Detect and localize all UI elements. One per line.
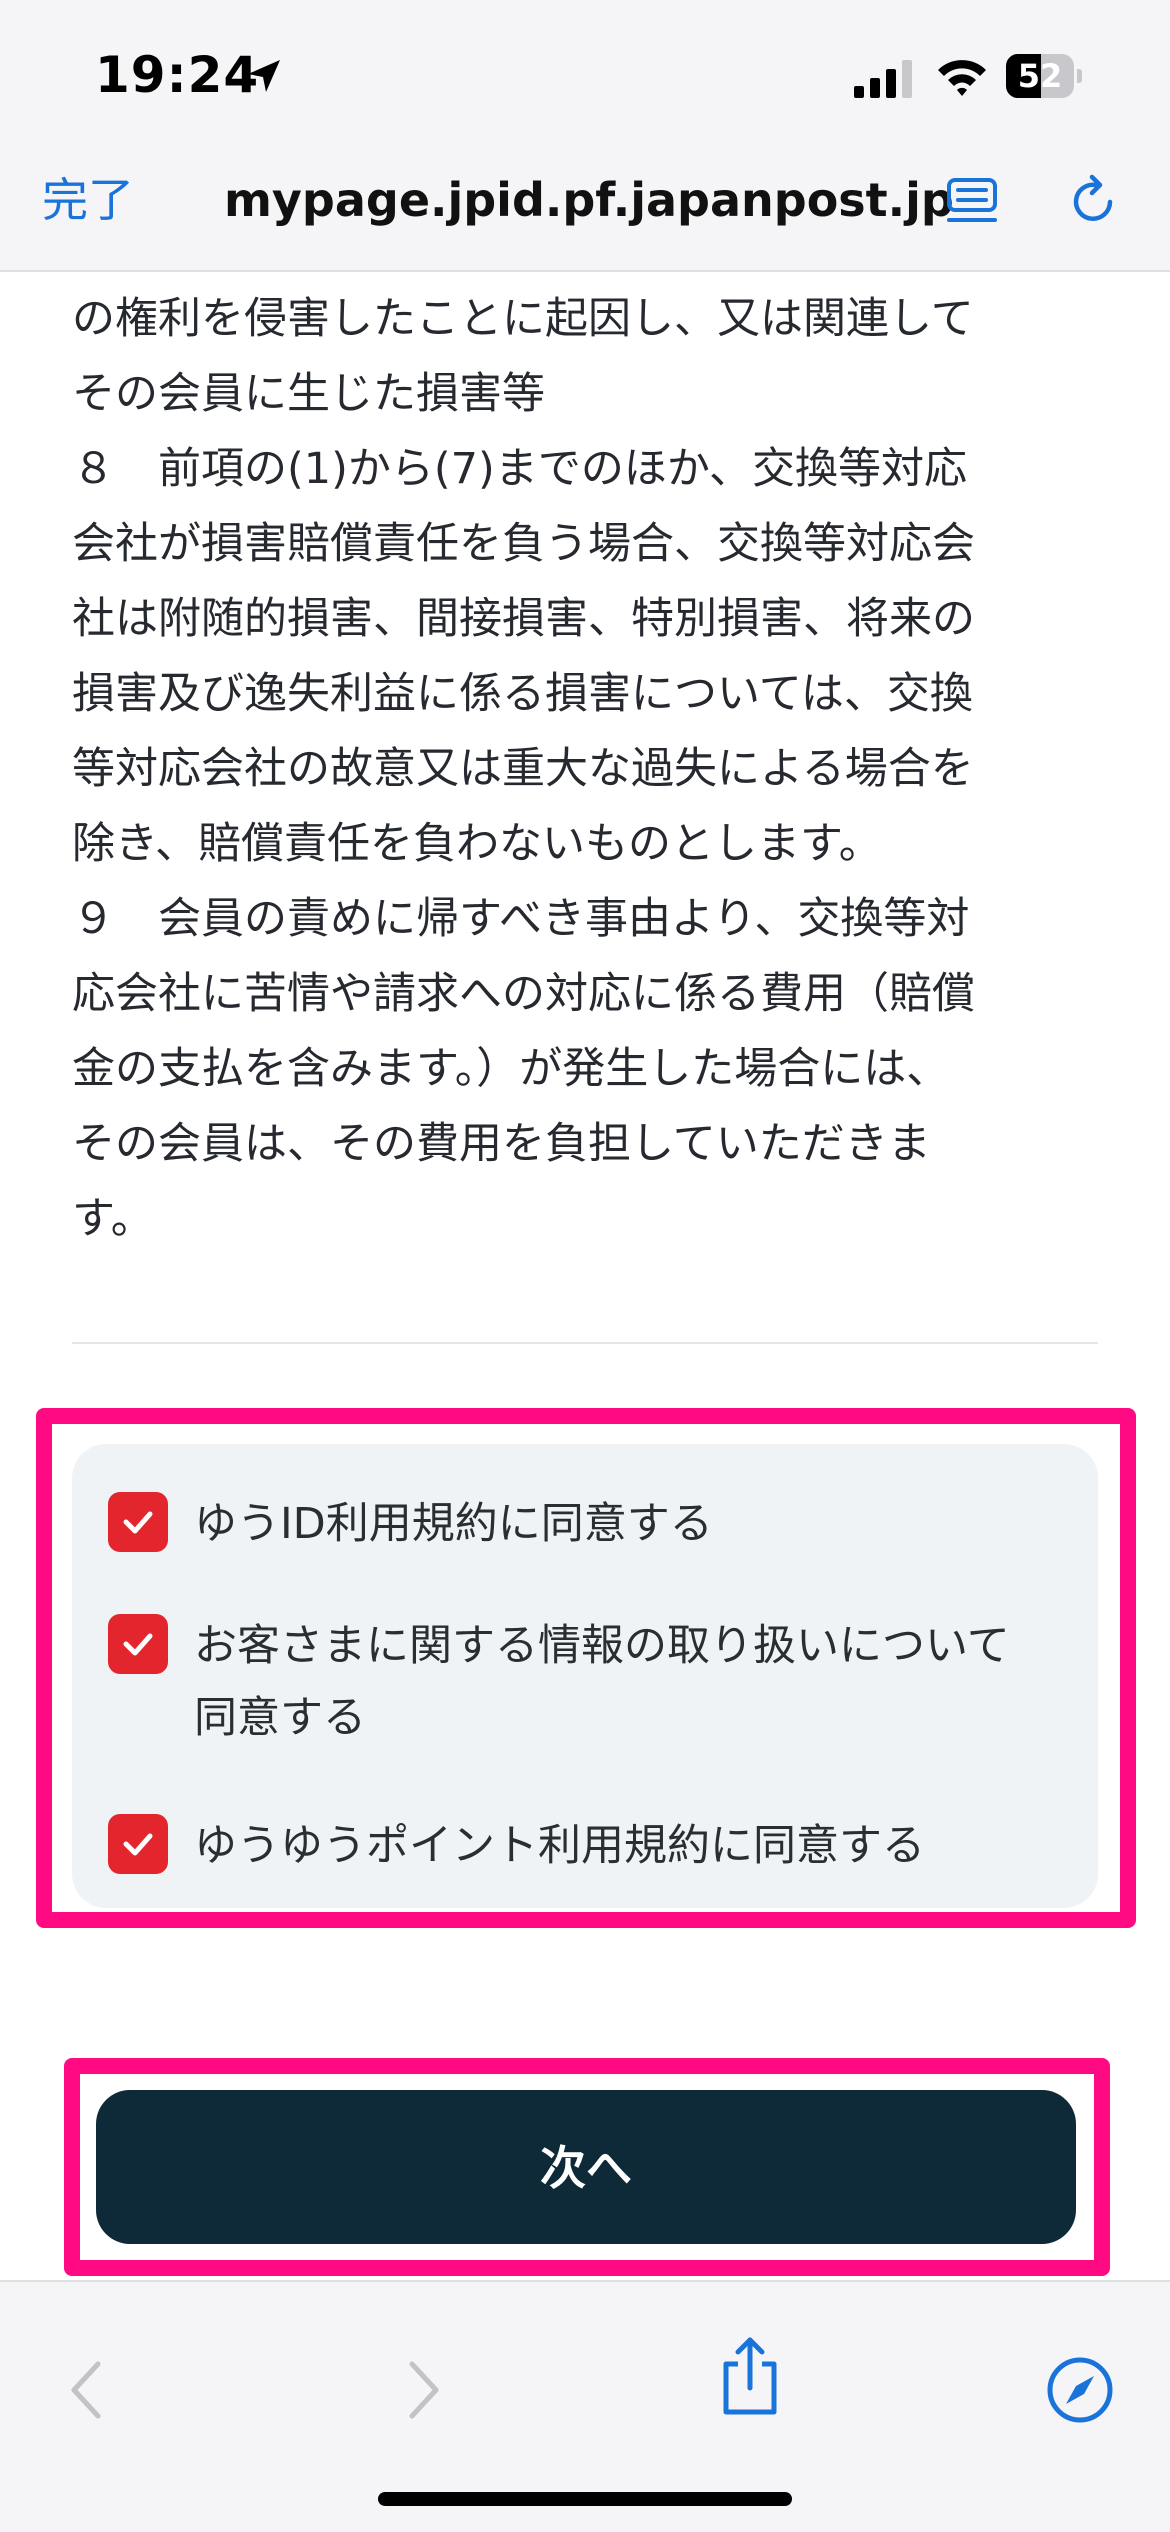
reload-icon[interactable] <box>1066 170 1122 230</box>
consent-label-customer-info: お客さまに関する情報の取り扱いについて同意する <box>194 1621 1010 1743</box>
compass-icon[interactable] <box>1046 2356 1114 2424</box>
consent-label-yuyu-point-terms: ゆうゆうポイント利用規約に同意する <box>194 1821 925 1871</box>
consent-checkbox-yuid-terms[interactable] <box>108 1492 168 1552</box>
divider <box>72 1342 1098 1344</box>
consent-box: ゆうID利用規約に同意する お客さまに関する情報の取り扱いについて同意する ゆう… <box>72 1444 1098 1908</box>
wifi-icon <box>938 60 986 96</box>
browser-header: 完了 mypage.jpid.pf.japanpost.jp <box>0 150 1170 272</box>
done-button[interactable]: 完了 <box>42 170 134 230</box>
battery-nub <box>1077 69 1082 83</box>
checkmark-icon <box>123 1511 153 1534</box>
checkmark-icon <box>123 1833 153 1856</box>
reader-mode-icon[interactable] <box>946 170 1002 230</box>
battery-body: 52 <box>1006 54 1074 98</box>
status-bar: 19:24 52 <box>0 0 1170 150</box>
terms-text: の権利を侵害したことに起因し、又は関連して その会員に生じた損害等 ８ 前項の(… <box>72 294 975 1244</box>
consent-label-yuid-terms: ゆうID利用規約に同意する <box>194 1499 713 1549</box>
consent-checkbox-yuyu-point-terms[interactable] <box>108 1814 168 1874</box>
consent-checkbox-customer-info[interactable] <box>108 1614 168 1674</box>
page-content: の権利を侵害したことに起因し、又は関連して その会員に生じた損害等 ８ 前項の(… <box>0 274 1170 2054</box>
home-indicator <box>378 2492 792 2506</box>
next-button[interactable]: 次へ <box>96 2090 1076 2244</box>
share-icon[interactable] <box>718 2334 782 2418</box>
location-arrow-icon <box>248 60 280 92</box>
chevron-left-icon[interactable] <box>64 2358 112 2422</box>
cellular-signal-icon <box>854 60 912 98</box>
browser-toolbar <box>0 2280 1170 2532</box>
chevron-right-icon[interactable] <box>398 2358 446 2422</box>
url-address[interactable]: mypage.jpid.pf.japanpost.jp <box>224 170 954 230</box>
status-time: 19:24 <box>95 46 260 104</box>
battery-indicator: 52 <box>1006 54 1082 98</box>
checkmark-icon <box>123 1633 153 1656</box>
battery-level: 52 <box>1017 57 1063 95</box>
